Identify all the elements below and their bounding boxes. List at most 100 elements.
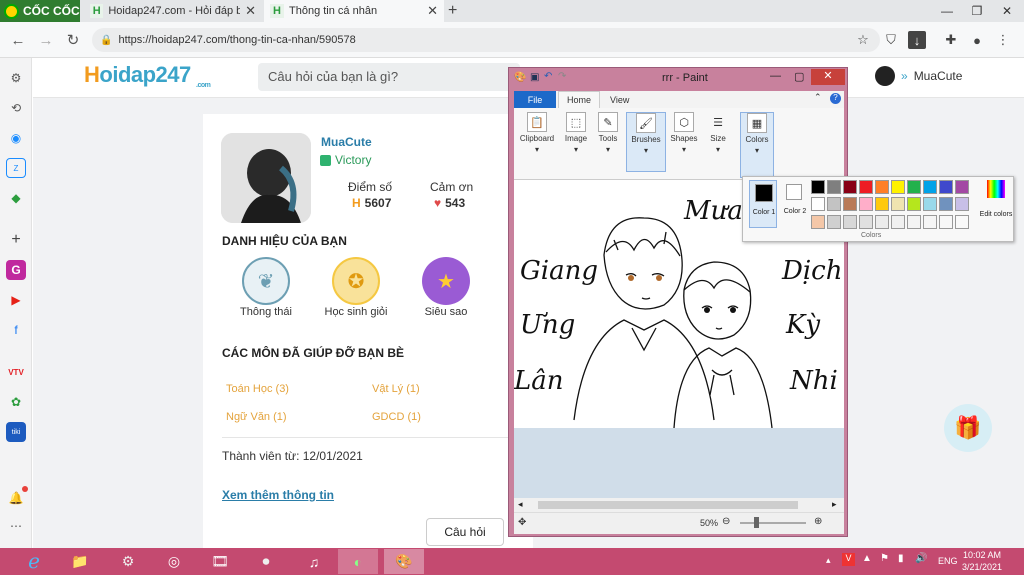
shooting-star-icon[interactable]: ★ xyxy=(422,257,470,305)
tray-up-icon[interactable]: ▴ xyxy=(826,555,831,566)
media-icon[interactable]: ◎ xyxy=(154,549,194,574)
zoom-out-icon[interactable]: ⊖ xyxy=(722,516,730,527)
chat-icon[interactable]: ✿ xyxy=(6,392,26,412)
questions-tab-button[interactable]: Câu hỏi xyxy=(426,518,504,546)
undo-icon[interactable]: ↶ xyxy=(544,71,552,82)
palette-swatch[interactable] xyxy=(955,214,969,229)
vtv-icon[interactable]: VTV xyxy=(6,362,26,382)
messenger-icon[interactable]: ◉ xyxy=(6,128,26,148)
view-tab[interactable]: View xyxy=(602,91,637,108)
palette-swatch[interactable] xyxy=(891,180,905,194)
color2-selector[interactable]: Color 2 xyxy=(781,180,809,228)
scroll-left-icon[interactable]: ◂ xyxy=(518,499,523,510)
search-input[interactable]: Câu hỏi của bạn là gì? xyxy=(258,63,520,91)
file-explorer-icon[interactable]: 📁 xyxy=(60,549,100,574)
paint-titlebar[interactable]: 🎨 ▣ ↶ ↷ rrr - Paint — ▢ ✕ xyxy=(508,67,848,89)
palette-swatch[interactable] xyxy=(939,197,953,212)
palette-swatch[interactable] xyxy=(827,180,841,194)
url-bar[interactable]: 🔒 https://hoidap247.com/thong-tin-ca-nhan… xyxy=(92,28,880,52)
palette-swatch[interactable] xyxy=(811,214,825,229)
palette-swatch[interactable] xyxy=(843,180,857,194)
palette-swatch[interactable] xyxy=(859,214,873,229)
paint-taskbar-icon[interactable]: 🎨 xyxy=(384,549,424,574)
palette-swatch[interactable] xyxy=(891,214,905,229)
edit-colors-button[interactable]: Edit colors xyxy=(979,180,1012,230)
language-indicator[interactable]: ENG xyxy=(938,556,958,566)
file-tab[interactable]: File xyxy=(514,91,556,108)
forward-icon[interactable]: → xyxy=(36,30,56,50)
subject-item[interactable]: Toán Học (3) xyxy=(226,383,289,395)
recorder-icon[interactable]: ⏺ xyxy=(246,549,286,574)
music-icon[interactable]: ♫ xyxy=(294,549,334,574)
palette-swatch[interactable] xyxy=(875,180,889,194)
palette-swatch[interactable] xyxy=(827,197,841,212)
size-group[interactable]: ☰ Size ▾ xyxy=(698,112,738,172)
palette-swatch[interactable] xyxy=(907,214,921,229)
youtube-icon[interactable]: ▶ xyxy=(6,290,26,310)
clock[interactable]: 10:02 AM 3/21/2021 xyxy=(962,549,1002,573)
coccoc-menu-button[interactable]: CỐC CỐC xyxy=(0,0,80,22)
palette-swatch[interactable] xyxy=(923,180,937,194)
close-tab-icon[interactable]: ✕ xyxy=(245,3,256,19)
close-window-button[interactable]: ✕ xyxy=(992,0,1022,22)
palette-swatch[interactable] xyxy=(955,180,969,194)
scroll-right-icon[interactable]: ▸ xyxy=(832,499,837,510)
palette-swatch[interactable] xyxy=(811,197,825,212)
palette-swatch[interactable] xyxy=(923,197,937,212)
tab-profile[interactable]: H Thông tin cá nhân ✕ xyxy=(264,0,444,22)
maximize-button[interactable]: ▢ xyxy=(794,70,804,83)
palette-swatch[interactable] xyxy=(907,197,921,212)
tray-flag-icon[interactable]: ⚑ xyxy=(880,553,889,564)
tray-v-icon[interactable]: V xyxy=(842,553,855,566)
download-icon[interactable]: ↓ xyxy=(908,31,926,49)
colors-group[interactable]: ▦ Colors ▾ xyxy=(740,112,774,178)
back-icon[interactable]: ← xyxy=(8,30,28,50)
more-icon[interactable]: ⋯ xyxy=(6,516,26,536)
subject-item[interactable]: GDCD (1) xyxy=(372,411,421,423)
extensions-icon[interactable]: ✚ xyxy=(942,31,960,49)
tray-volume-icon[interactable]: 🔊 xyxy=(915,553,927,564)
menu-dots-icon[interactable]: ⋮ xyxy=(994,31,1012,49)
palette-swatch[interactable] xyxy=(843,197,857,212)
settings-icon[interactable]: ⚙ xyxy=(6,68,26,88)
game-icon[interactable]: ◆ xyxy=(6,188,26,208)
color1-selector[interactable]: Color 1 xyxy=(749,180,777,228)
palette-swatch[interactable] xyxy=(939,180,953,194)
hoidap-logo[interactable]: Hoidap247 .com xyxy=(84,62,211,89)
medal-icon[interactable]: ✪ xyxy=(332,257,380,305)
facebook-icon[interactable]: f xyxy=(6,320,26,340)
palette-swatch[interactable] xyxy=(827,214,841,229)
restore-button[interactable]: ❐ xyxy=(962,0,992,22)
palette-swatch[interactable] xyxy=(923,214,937,229)
profile-icon[interactable]: ● xyxy=(968,31,986,49)
tiki-icon[interactable]: tiki xyxy=(6,422,26,442)
shield-icon[interactable]: ⛉ xyxy=(882,31,900,49)
app-g-icon[interactable]: G xyxy=(6,260,26,280)
add-sidebar-icon[interactable]: + xyxy=(6,230,26,250)
palette-swatch[interactable] xyxy=(875,214,889,229)
ie-icon[interactable]: ℯ xyxy=(14,549,54,574)
save-icon[interactable]: ▣ xyxy=(530,72,539,83)
new-tab-button[interactable]: + xyxy=(448,2,457,20)
coccoc-taskbar-icon[interactable]: ◐ xyxy=(338,549,378,574)
profile-username[interactable]: MuaCute xyxy=(321,135,372,149)
minimize-button[interactable]: — xyxy=(770,70,781,82)
horizontal-scrollbar[interactable]: ◂ ▸ xyxy=(514,498,844,512)
tools-group[interactable]: ✎ Tools ▾ xyxy=(588,112,628,172)
subject-item[interactable]: Ngữ Văn (1) xyxy=(226,411,287,423)
wheat-icon[interactable]: ❦ xyxy=(242,257,290,305)
zoom-slider[interactable] xyxy=(740,522,806,524)
help-icon[interactable]: ? xyxy=(830,93,841,104)
subject-item[interactable]: Vật Lý (1) xyxy=(372,383,420,395)
palette-swatch[interactable] xyxy=(939,214,953,229)
more-info-link[interactable]: Xem thêm thông tin xyxy=(222,488,334,502)
palette-swatch[interactable] xyxy=(843,214,857,229)
gift-icon[interactable]: 🎁 xyxy=(944,404,992,452)
scroll-thumb[interactable] xyxy=(538,501,798,509)
header-user[interactable]: » MuaCute xyxy=(875,66,962,86)
close-window-button[interactable]: ✕ xyxy=(811,69,845,85)
zoom-slider-thumb[interactable] xyxy=(754,517,759,528)
palette-swatch[interactable] xyxy=(875,197,889,212)
clipboard-group[interactable]: 📋 Clipboard ▾ xyxy=(517,112,557,172)
reload-icon[interactable]: ↻ xyxy=(63,30,83,50)
